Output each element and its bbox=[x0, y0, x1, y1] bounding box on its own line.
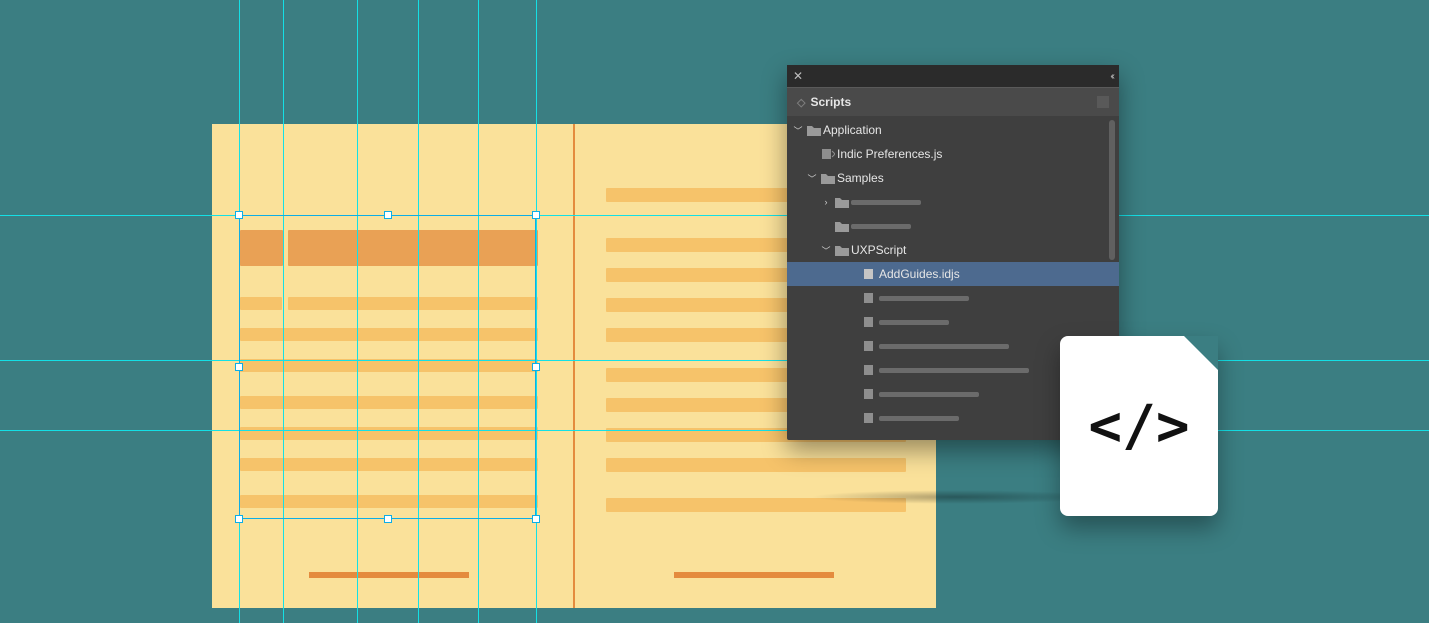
tree-item-addguides[interactable]: AddGuides.idjs bbox=[787, 262, 1119, 286]
script-icon bbox=[863, 388, 877, 400]
selection-handle-nw[interactable] bbox=[235, 211, 243, 219]
script-icon bbox=[863, 316, 877, 328]
selection-handle-w[interactable] bbox=[235, 363, 243, 371]
folder-icon bbox=[835, 197, 849, 208]
spine bbox=[573, 124, 575, 608]
script-icon bbox=[863, 364, 877, 376]
script-icon bbox=[863, 292, 877, 304]
tree-label: UXPScript bbox=[851, 243, 906, 257]
tree-label-placeholder bbox=[879, 320, 949, 325]
code-glyph: </> bbox=[1088, 394, 1189, 459]
tree-label-placeholder bbox=[851, 224, 911, 229]
tree-label-placeholder bbox=[879, 296, 969, 301]
script-icon bbox=[863, 268, 877, 280]
selection-handle-s[interactable] bbox=[384, 515, 392, 523]
tree-item-uxpscript[interactable]: ﹀ UXPScript bbox=[787, 238, 1119, 262]
chevron-down-icon[interactable]: ﹀ bbox=[805, 172, 819, 185]
selection-handle-se[interactable] bbox=[532, 515, 540, 523]
tree-label-placeholder bbox=[851, 200, 921, 205]
tree-item-folder-placeholder[interactable]: › bbox=[787, 190, 1119, 214]
chevron-right-icon[interactable]: › bbox=[819, 197, 833, 207]
folder-icon bbox=[835, 221, 849, 232]
selection-handle-n[interactable] bbox=[384, 211, 392, 219]
panel-menu-icon[interactable] bbox=[1097, 96, 1109, 108]
tree-item-folder-placeholder[interactable] bbox=[787, 214, 1119, 238]
panel-title: Scripts bbox=[810, 95, 851, 109]
tree-label: AddGuides.idjs bbox=[879, 267, 960, 281]
selection-handle-sw[interactable] bbox=[235, 515, 243, 523]
tree-item-samples[interactable]: ﹀ Samples bbox=[787, 166, 1119, 190]
tree-label: Indic Preferences.js bbox=[837, 147, 942, 161]
tree-item-indic-preferences[interactable]: Indic Preferences.js bbox=[787, 142, 1119, 166]
tree-item-application[interactable]: ﹀ Application bbox=[787, 118, 1119, 142]
tree-item-script-placeholder[interactable] bbox=[787, 286, 1119, 310]
body-line bbox=[606, 458, 906, 472]
tree-label-placeholder bbox=[879, 392, 979, 397]
folder-icon bbox=[807, 125, 821, 136]
tree-label-placeholder bbox=[879, 368, 1029, 373]
chevron-down-icon[interactable]: ﹀ bbox=[791, 124, 805, 137]
footer-rule bbox=[309, 572, 469, 578]
tree-label-placeholder bbox=[879, 416, 959, 421]
tab-grip-icon: ◇ bbox=[797, 97, 804, 109]
collapse-icon[interactable]: ‹‹ bbox=[1110, 71, 1113, 82]
code-file-icon: </> bbox=[1060, 336, 1218, 516]
tree-item-script-placeholder[interactable] bbox=[787, 310, 1119, 334]
close-icon[interactable]: ✕ bbox=[793, 69, 803, 83]
script-icon bbox=[863, 340, 877, 352]
horizontal-guide[interactable] bbox=[0, 215, 1429, 216]
footer-rule bbox=[674, 572, 834, 578]
tree-label-placeholder bbox=[879, 344, 1009, 349]
folder-icon bbox=[821, 173, 835, 184]
selection-handle-ne[interactable] bbox=[532, 211, 540, 219]
panel-scrollbar[interactable] bbox=[1109, 120, 1115, 260]
tree-label: Samples bbox=[837, 171, 884, 185]
selection-frame[interactable] bbox=[239, 215, 536, 519]
selection-handle-e[interactable] bbox=[532, 363, 540, 371]
panel-titlebar[interactable]: ✕ ‹‹ bbox=[787, 65, 1119, 87]
panel-shadow bbox=[810, 490, 1100, 504]
tree-label: Application bbox=[823, 123, 882, 137]
vertical-guide[interactable] bbox=[536, 0, 537, 623]
chevron-down-icon[interactable]: ﹀ bbox=[819, 244, 833, 257]
script-icon bbox=[863, 412, 877, 424]
folder-icon bbox=[835, 245, 849, 256]
script-icon bbox=[821, 148, 835, 160]
panel-tab-scripts[interactable]: ◇ Scripts bbox=[787, 87, 1119, 116]
